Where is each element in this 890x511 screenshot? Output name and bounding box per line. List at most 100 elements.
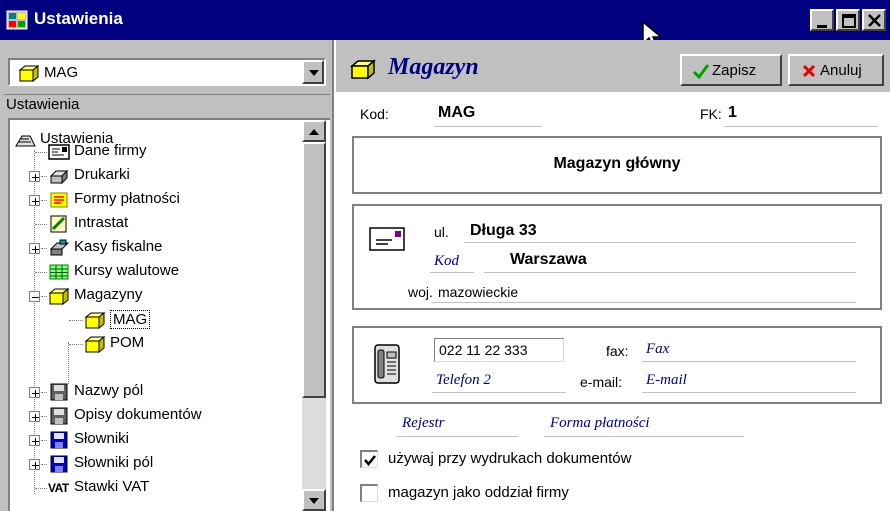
chevron-down-icon — [309, 70, 319, 76]
warehouse-box-icon — [18, 64, 40, 82]
plus-icon — [32, 414, 39, 421]
cross-icon — [802, 64, 816, 78]
register-underline — [396, 436, 518, 437]
payment-form-underline — [544, 436, 744, 437]
grid-table-icon — [49, 264, 69, 280]
email-label: e-mail: — [580, 374, 623, 390]
left-panel: MAG Ustawienia Ustawienia Dane firmy Dru… — [0, 40, 334, 511]
warehouse-name-field[interactable]: Magazyn główny — [354, 155, 880, 173]
tree-item-label: Kursy walutowe — [74, 262, 180, 279]
fax-underline — [642, 361, 856, 362]
city-field[interactable]: Warszawa — [510, 251, 587, 269]
warehouse-box-icon — [84, 311, 106, 330]
tree-connector — [41, 248, 47, 249]
warehouse-combo[interactable]: MAG — [8, 58, 326, 86]
phone1-field[interactable]: 022 11 22 333 — [434, 338, 564, 362]
plus-icon — [32, 462, 39, 469]
print-usage-checkbox[interactable] — [360, 450, 378, 468]
email-field[interactable]: E-mail — [646, 372, 687, 389]
tree-item-label: Nazwy pól — [74, 382, 144, 399]
maximize-button[interactable] — [836, 9, 860, 31]
settings-tree: Ustawienia Dane firmy Drukarki Formy pła… — [8, 118, 330, 511]
plus-icon — [32, 390, 39, 397]
settings-app-icon — [6, 10, 28, 30]
tree-connector — [69, 344, 83, 345]
street-field[interactable]: Długa 33 — [470, 222, 537, 240]
tree-connector — [35, 488, 47, 489]
plus-icon — [32, 174, 39, 181]
form-header: Magazyn Zapisz Anuluj — [336, 40, 890, 92]
voivodeship-field[interactable]: mazowieckie — [438, 284, 518, 300]
expand-button[interactable] — [29, 411, 40, 422]
payment-form-field[interactable]: Forma płatności — [550, 415, 650, 432]
tree-item-label: Kasy fiskalne — [74, 238, 163, 255]
combo-dropdown-button[interactable] — [302, 60, 324, 84]
tree-item-label: Opisy dokumentów — [74, 406, 202, 423]
voivodeship-underline — [432, 302, 856, 303]
phone2-field[interactable]: Telefon 2 — [436, 372, 491, 389]
save-button[interactable]: Zapisz — [680, 54, 782, 86]
name-box: Magazyn główny — [352, 136, 882, 194]
phone2-underline — [432, 392, 566, 393]
vat-icon: VAT — [48, 481, 69, 495]
scroll-thumb[interactable] — [302, 142, 326, 398]
postcode-field[interactable]: Kod — [434, 253, 459, 270]
minimize-button[interactable] — [810, 9, 834, 31]
cloud-settings-icon — [15, 135, 36, 147]
expand-button[interactable] — [29, 459, 40, 470]
tree-scrollbar[interactable] — [302, 120, 326, 511]
tree-item-label: Dane firmy — [74, 142, 147, 159]
disk-gray-icon — [50, 407, 68, 425]
expand-button[interactable] — [29, 387, 40, 398]
section-label: Ustawienia — [4, 94, 330, 116]
fk-label: FK: — [700, 106, 722, 122]
branch-checkbox[interactable] — [360, 484, 378, 502]
maximize-icon — [842, 14, 856, 28]
tree-item-label: Magazyny — [74, 286, 143, 303]
envelope-icon — [369, 227, 405, 251]
expand-button[interactable] — [29, 195, 40, 206]
tree-connector — [41, 392, 47, 393]
expand-button[interactable] — [29, 243, 40, 254]
voivodeship-label: woj. — [408, 284, 433, 300]
collapse-button[interactable] — [29, 291, 40, 302]
scroll-down-button[interactable] — [302, 489, 326, 511]
tree-connector — [68, 342, 69, 384]
tree-connector — [41, 200, 47, 201]
checkmark-icon — [364, 455, 376, 466]
tree-item-label: Słowniki pól — [74, 454, 154, 471]
city-underline — [484, 272, 856, 273]
tree-connector — [41, 176, 47, 177]
cash-register-icon — [49, 239, 70, 256]
street-underline — [464, 242, 856, 243]
expand-button[interactable] — [29, 435, 40, 446]
register-field[interactable]: Rejestr — [402, 415, 445, 432]
tree-item-label: MAG — [110, 310, 151, 329]
printer-icon — [49, 169, 69, 185]
window-title: Ustawienia — [34, 9, 123, 28]
postcode-underline — [430, 272, 474, 273]
title-bar: Ustawienia — [0, 0, 890, 50]
fax-label: fax: — [606, 343, 629, 359]
expand-button[interactable] — [29, 171, 40, 182]
tree-item-label: Drukarki — [74, 166, 130, 183]
branch-label: magazyn jako oddział firmy — [388, 484, 569, 501]
fk-field[interactable]: 1 — [728, 104, 737, 122]
payment-icon — [50, 192, 68, 208]
kod-field[interactable]: MAG — [438, 104, 475, 122]
close-button[interactable] — [862, 9, 886, 31]
checkmark-icon — [692, 64, 710, 79]
tree-item-label: Stawki VAT — [74, 478, 150, 495]
fax-field[interactable]: Fax — [646, 341, 669, 358]
disk-blue-icon — [50, 455, 68, 473]
tree-item-label: Słowniki — [74, 430, 130, 447]
disk-blue-icon — [50, 431, 68, 449]
scroll-up-button[interactable] — [302, 120, 326, 142]
arrow-down-icon — [309, 498, 319, 504]
right-panel: Magazyn Zapisz Anuluj Kod: MAG FK: 1 Mag… — [336, 40, 890, 511]
contact-box: 022 11 22 333 fax: Fax Telefon 2 e-mail:… — [352, 326, 882, 404]
tree-connector — [69, 320, 83, 321]
tree-connector — [41, 296, 47, 297]
intrastat-icon — [50, 215, 67, 233]
cancel-button[interactable]: Anuluj — [788, 54, 884, 86]
